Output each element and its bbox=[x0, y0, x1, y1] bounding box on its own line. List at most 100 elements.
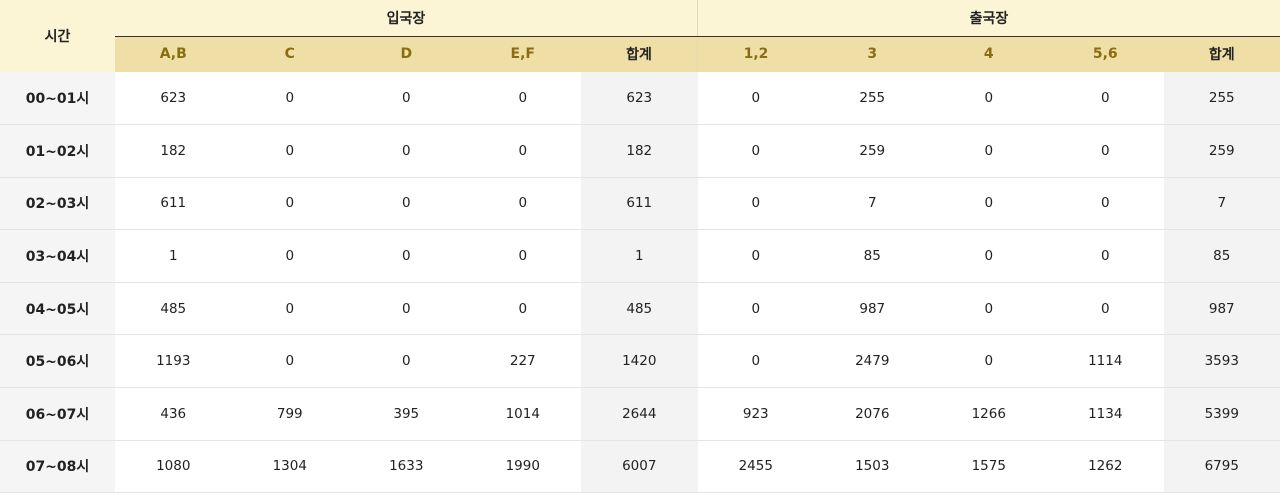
table-row: 06~07시 436 799 395 1014 2644 923 2076 1266 1134 53… bbox=[0, 387, 1280, 441]
departure-total-cell: 259 bbox=[1163, 124, 1280, 178]
departure-count-cell: 987 bbox=[814, 282, 931, 336]
time-cell: 00~01시 bbox=[0, 72, 115, 126]
departure-count-cell: 0 bbox=[697, 124, 814, 178]
time-cell: 03~04시 bbox=[0, 229, 115, 283]
departure-count-cell: 0 bbox=[930, 72, 1047, 126]
departure-total-header: 합계 bbox=[1163, 36, 1280, 72]
time-column-header: 시간 bbox=[0, 0, 115, 72]
departure-count-cell: 0 bbox=[697, 229, 814, 283]
departure-count-cell: 0 bbox=[697, 282, 814, 336]
arrival-count-cell: 1990 bbox=[464, 440, 581, 494]
departure-column-header: 4 bbox=[930, 36, 1047, 72]
time-cell: 01~02시 bbox=[0, 124, 115, 178]
column-header-row: A,B C D E,F 합계 1,2 3 4 5,6 합계 bbox=[0, 36, 1280, 72]
arrival-total-cell: 1420 bbox=[581, 334, 698, 389]
departure-total-cell: 987 bbox=[1163, 282, 1280, 336]
time-cell: 02~03시 bbox=[0, 177, 115, 231]
arrival-count-cell: 1193 bbox=[115, 334, 232, 389]
arrival-count-cell: 1633 bbox=[348, 440, 465, 494]
arrival-count-cell: 0 bbox=[231, 177, 348, 231]
departure-count-cell: 0 bbox=[930, 334, 1047, 389]
passenger-count-table: 시간 입국장 출국장 A,B C D E,F 합계 1,2 3 4 5,6 합계… bbox=[0, 0, 1280, 494]
departure-total-cell: 85 bbox=[1163, 229, 1280, 283]
arrival-count-cell: 0 bbox=[348, 282, 465, 336]
arrival-count-cell: 0 bbox=[348, 72, 465, 126]
arrival-count-cell: 436 bbox=[115, 387, 232, 441]
departure-count-cell: 0 bbox=[697, 72, 814, 126]
table-row: 01~02시 182 0 0 0 182 0 259 0 0 259 bbox=[0, 124, 1280, 178]
arrival-count-cell: 623 bbox=[115, 72, 232, 126]
arrival-count-cell: 182 bbox=[115, 124, 232, 178]
departure-total-cell: 7 bbox=[1163, 177, 1280, 231]
departure-count-cell: 1262 bbox=[1047, 440, 1164, 494]
arrival-count-cell: 1080 bbox=[115, 440, 232, 494]
departure-count-cell: 0 bbox=[1047, 124, 1164, 178]
departure-count-cell: 0 bbox=[1047, 229, 1164, 283]
arrival-count-cell: 0 bbox=[464, 72, 581, 126]
table-row: 00~01시 623 0 0 0 623 0 255 0 0 255 bbox=[0, 72, 1280, 126]
arrival-total-cell: 6007 bbox=[581, 440, 698, 494]
arrival-count-cell: 0 bbox=[231, 282, 348, 336]
departure-count-cell: 2455 bbox=[697, 440, 814, 494]
arrival-total-header: 합계 bbox=[581, 36, 698, 72]
departure-total-cell: 3593 bbox=[1163, 334, 1280, 389]
arrival-column-header: D bbox=[348, 36, 465, 72]
table-row: 05~06시 1193 0 0 227 1420 0 2479 0 1114 3593 bbox=[0, 334, 1280, 389]
departure-total-cell: 6795 bbox=[1163, 440, 1280, 494]
departure-group-header: 출국장 bbox=[697, 0, 1280, 37]
time-cell: 05~06시 bbox=[0, 334, 115, 389]
departure-count-cell: 0 bbox=[930, 124, 1047, 178]
arrival-column-header: E,F bbox=[464, 36, 581, 72]
arrival-count-cell: 1304 bbox=[231, 440, 348, 494]
arrival-count-cell: 0 bbox=[231, 229, 348, 283]
departure-count-cell: 0 bbox=[930, 177, 1047, 231]
departure-count-cell: 0 bbox=[1047, 177, 1164, 231]
arrival-column-header: A,B bbox=[115, 36, 232, 72]
table-row: 07~08시 1080 1304 1633 1990 6007 2455 1503 1575 12… bbox=[0, 440, 1280, 494]
departure-count-cell: 1575 bbox=[930, 440, 1047, 494]
arrival-count-cell: 0 bbox=[231, 124, 348, 178]
group-header-row: 시간 입국장 출국장 bbox=[0, 0, 1280, 72]
table-row: 04~05시 485 0 0 0 485 0 987 0 0 987 bbox=[0, 282, 1280, 336]
arrival-count-cell: 0 bbox=[464, 229, 581, 283]
departure-count-cell: 255 bbox=[814, 72, 931, 126]
departure-count-cell: 1134 bbox=[1047, 387, 1164, 441]
table-row: 02~03시 611 0 0 0 611 0 7 0 0 7 bbox=[0, 177, 1280, 231]
arrival-count-cell: 0 bbox=[464, 282, 581, 336]
departure-total-cell: 5399 bbox=[1163, 387, 1280, 441]
arrival-total-cell: 1 bbox=[581, 229, 698, 283]
arrival-count-cell: 395 bbox=[348, 387, 465, 441]
arrival-count-cell: 485 bbox=[115, 282, 232, 336]
arrival-count-cell: 1014 bbox=[464, 387, 581, 441]
arrival-count-cell: 799 bbox=[231, 387, 348, 441]
departure-count-cell: 1266 bbox=[930, 387, 1047, 441]
arrival-total-cell: 182 bbox=[581, 124, 698, 178]
departure-column-header: 5,6 bbox=[1047, 36, 1164, 72]
arrival-count-cell: 0 bbox=[231, 334, 348, 389]
arrival-count-cell: 0 bbox=[348, 334, 465, 389]
departure-count-cell: 923 bbox=[697, 387, 814, 441]
arrival-total-cell: 2644 bbox=[581, 387, 698, 441]
arrival-count-cell: 0 bbox=[231, 72, 348, 126]
arrival-count-cell: 0 bbox=[464, 177, 581, 231]
arrival-column-header: C bbox=[231, 36, 348, 72]
departure-count-cell: 85 bbox=[814, 229, 931, 283]
arrival-total-cell: 485 bbox=[581, 282, 698, 336]
departure-count-cell: 0 bbox=[1047, 72, 1164, 126]
departure-column-header: 3 bbox=[814, 36, 931, 72]
departure-count-cell: 0 bbox=[1047, 282, 1164, 336]
arrival-count-cell: 1 bbox=[115, 229, 232, 283]
departure-count-cell: 259 bbox=[814, 124, 931, 178]
arrival-count-cell: 0 bbox=[348, 229, 465, 283]
table-body: 00~01시 623 0 0 0 623 0 255 0 0 255 01~02시 182 0 0 0 182 0… bbox=[0, 72, 1280, 494]
arrival-count-cell: 0 bbox=[348, 124, 465, 178]
arrival-group-header: 입국장 bbox=[115, 0, 698, 37]
departure-column-header: 1,2 bbox=[697, 36, 814, 72]
time-cell: 04~05시 bbox=[0, 282, 115, 336]
departure-count-cell: 2479 bbox=[814, 334, 931, 389]
departure-count-cell: 0 bbox=[697, 177, 814, 231]
arrival-count-cell: 227 bbox=[464, 334, 581, 389]
arrival-count-cell: 611 bbox=[115, 177, 232, 231]
time-cell: 06~07시 bbox=[0, 387, 115, 441]
departure-count-cell: 0 bbox=[930, 282, 1047, 336]
